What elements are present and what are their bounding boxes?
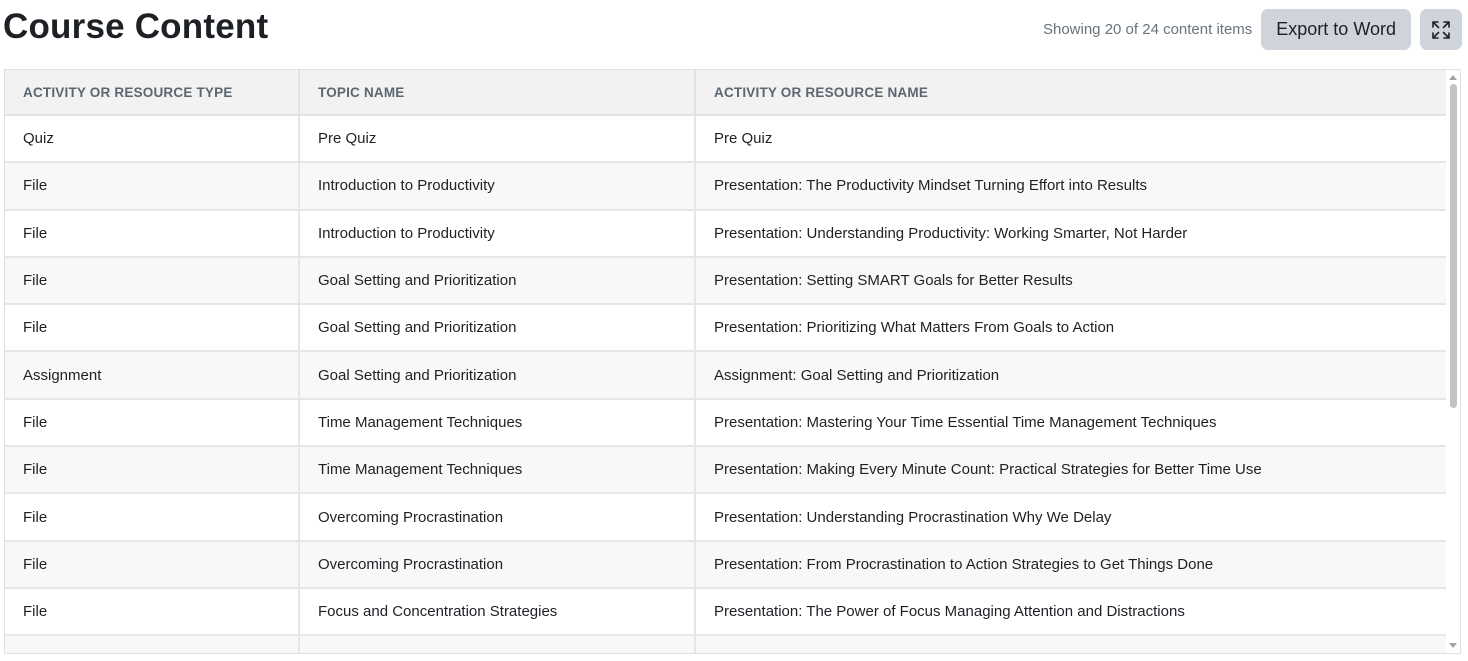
table-row: File Overcoming Procrastination Presentati… [5, 493, 1448, 542]
table-header-row: ACTIVITY OR RESOURCE TYPE TOPIC NAME ACT… [5, 70, 1448, 116]
cell-topic-name: Overcoming Procrastination [299, 540, 696, 589]
table-row: File Introduction to Productivity Presenta… [5, 162, 1448, 211]
cell-topic-name: Time Management Techniques [299, 446, 696, 495]
cell-activity-type: Quiz [5, 115, 300, 164]
table-row: File Goal Setting and Prioritization Prese… [5, 256, 1448, 306]
expand-icon [1432, 20, 1450, 39]
scroll-down-icon[interactable] [1449, 643, 1457, 648]
table-row: File Time Management Techniques Presentati… [5, 398, 1448, 448]
cell-topic-name: Pre Quiz [299, 115, 696, 164]
cell-topic-name: Time Management Techniques [299, 398, 696, 448]
page-title: Course Content [3, 7, 269, 46]
cell-activity-type: File [5, 209, 300, 258]
table-row: Quiz Pre Quiz Pre Quiz [5, 115, 1448, 164]
cell-activity-name: Pre Quiz [695, 115, 1448, 164]
cell-activity-name: Presentation: Prioritizing What Matters … [695, 304, 1448, 353]
cell-activity-name: Presentation: Setting SMART Goals for Be… [695, 256, 1448, 306]
cell-activity-name: Presentation: The Power of Focus Managin… [695, 587, 1448, 637]
table-row: File Time Management Techniques Presentati… [5, 446, 1448, 495]
cell-activity-name: Presentation: Making Every Minute Count:… [695, 446, 1448, 495]
table-row: File Goal Setting and Prioritization Prese… [5, 304, 1448, 353]
course-content-table: ACTIVITY OR RESOURCE TYPE TOPIC NAME ACT… [5, 70, 1448, 653]
table-row [5, 635, 1448, 653]
item-count-text: Showing 20 of 24 content items [1042, 21, 1253, 38]
cell-topic-name: Goal Setting and Prioritization [299, 256, 696, 306]
cell-topic-name: Overcoming Procrastination [299, 493, 696, 542]
course-content-table-container[interactable]: ACTIVITY OR RESOURCE TYPE TOPIC NAME ACT… [4, 69, 1461, 654]
cell-activity-name: Assignment: Goal Setting and Prioritizat… [695, 351, 1448, 400]
cell-topic-name: Introduction to Productivity [299, 209, 696, 258]
table-row: Assignment Goal Setting and Prioritizatio… [5, 351, 1448, 400]
scrollbar-thumb[interactable] [1450, 84, 1457, 408]
table-row: File Focus and Concentration Strategies Pr… [5, 587, 1448, 637]
cell-activity-type: File [5, 587, 300, 637]
page-header: Course Content Showing 20 of 24 content … [0, 0, 1468, 62]
fullscreen-button[interactable] [1420, 9, 1462, 50]
cell-activity-name: Presentation: Mastering Your Time Essent… [695, 398, 1448, 448]
cell-topic-name: Goal Setting and Prioritization [299, 304, 696, 353]
cell-activity-type: Assignment [5, 351, 300, 400]
table-row: File Overcoming Procrastination Presentati… [5, 540, 1448, 589]
vertical-scrollbar[interactable] [1446, 70, 1460, 653]
column-header-type[interactable]: ACTIVITY OR RESOURCE TYPE [5, 70, 300, 116]
cell-activity-type: File [5, 256, 300, 306]
cell-topic-name [299, 635, 696, 653]
column-header-name[interactable]: ACTIVITY OR RESOURCE NAME [695, 70, 1448, 116]
cell-topic-name: Introduction to Productivity [299, 162, 696, 211]
cell-activity-type: File [5, 493, 300, 542]
cell-activity-type [5, 635, 300, 653]
cell-activity-name: Presentation: The Productivity Mindset T… [695, 162, 1448, 211]
cell-activity-type: File [5, 540, 300, 589]
cell-topic-name: Focus and Concentration Strategies [299, 587, 696, 637]
cell-activity-type: File [5, 398, 300, 448]
cell-activity-type: File [5, 162, 300, 211]
cell-activity-type: File [5, 304, 300, 353]
cell-activity-type: File [5, 446, 300, 495]
cell-activity-name [695, 635, 1448, 653]
column-header-topic[interactable]: TOPIC NAME [299, 70, 696, 116]
cell-activity-name: Presentation: Understanding Procrastinat… [695, 493, 1448, 542]
scroll-up-icon[interactable] [1449, 75, 1457, 80]
cell-topic-name: Goal Setting and Prioritization [299, 351, 696, 400]
table-row: File Introduction to Productivity Presenta… [5, 209, 1448, 258]
export-to-word-button[interactable]: Export to Word [1261, 9, 1411, 50]
cell-activity-name: Presentation: Understanding Productivity… [695, 209, 1448, 258]
cell-activity-name: Presentation: From Procrastination to Ac… [695, 540, 1448, 589]
header-actions: Showing 20 of 24 content items Export to… [1043, 9, 1462, 50]
table-body: Quiz Pre Quiz Pre Quiz File Introduction to … [5, 115, 1448, 653]
